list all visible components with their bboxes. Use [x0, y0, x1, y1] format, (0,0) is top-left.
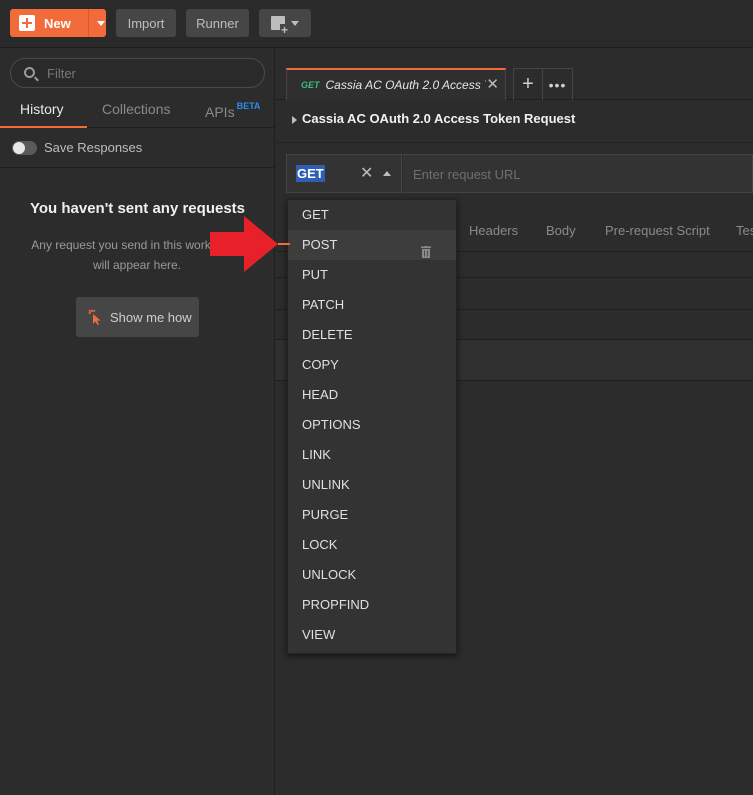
filter-box[interactable]	[10, 58, 265, 88]
tab-pre-request-script[interactable]: Pre-request Script	[605, 223, 710, 238]
cursor-click-icon	[88, 309, 102, 325]
request-tab-name: Cassia AC OAuth 2.0 Access To...	[325, 78, 486, 92]
tab-headers[interactable]: Headers	[469, 223, 518, 238]
chevron-down-icon[interactable]	[97, 21, 105, 26]
dropdown-item-put[interactable]: PUT	[288, 260, 456, 290]
dropdown-item-head[interactable]: HEAD	[288, 380, 456, 410]
dropdown-item-post[interactable]: POST	[288, 230, 456, 260]
show-me-how-button[interactable]: Show me how	[76, 297, 199, 337]
save-responses-toggle[interactable]	[12, 140, 37, 155]
dropdown-item-link[interactable]: LINK	[288, 440, 456, 470]
trash-icon[interactable]	[421, 239, 431, 258]
new-button-label: New	[44, 15, 71, 31]
chevron-up-icon[interactable]	[383, 171, 391, 176]
request-title[interactable]: Cassia AC OAuth 2.0 Access Token Request	[302, 111, 575, 126]
request-tab[interactable]: GET Cassia AC OAuth 2.0 Access To... ✕	[286, 68, 506, 100]
dropdown-item-copy[interactable]: COPY	[288, 350, 456, 380]
request-tab-method: GET	[301, 80, 320, 90]
chevron-down-icon	[291, 20, 299, 26]
dropdown-item-unlock[interactable]: UNLOCK	[288, 560, 456, 590]
chevron-right-icon[interactable]	[292, 116, 297, 124]
save-responses-label: Save Responses	[44, 140, 143, 155]
search-icon	[24, 67, 35, 78]
top-toolbar: New Import Runner	[0, 0, 753, 48]
divider	[0, 167, 275, 168]
method-select-value: GET	[296, 165, 325, 182]
tab-body[interactable]: Body	[546, 223, 576, 238]
url-row: GET ✕	[276, 142, 753, 198]
import-button[interactable]: Import	[116, 9, 176, 37]
more-tabs-button[interactable]: •••	[543, 68, 573, 100]
url-input[interactable]	[413, 165, 733, 183]
plus-icon: +	[522, 73, 534, 95]
tab-apis[interactable]: APIs BETA	[205, 101, 260, 120]
tab-tests[interactable]: Tes	[736, 223, 753, 238]
more-icon: •••	[548, 76, 567, 93]
red-arrow-annotation	[210, 216, 290, 272]
url-box[interactable]	[403, 154, 753, 193]
runner-button[interactable]: Runner	[186, 9, 249, 37]
new-window-icon	[271, 16, 289, 36]
sidebar-tabs: History Collections APIs BETA	[0, 98, 275, 128]
dropdown-item-label: POST	[302, 237, 338, 252]
tab-history[interactable]: History	[20, 101, 64, 117]
request-tab-bar: GET Cassia AC OAuth 2.0 Access To... ✕ +…	[276, 48, 753, 100]
tab-apis-label: APIs	[205, 104, 235, 120]
new-tab-button[interactable]: +	[513, 68, 543, 100]
filter-input[interactable]	[47, 64, 257, 82]
plus-icon	[19, 15, 35, 31]
dropdown-item-view[interactable]: VIEW	[288, 620, 456, 650]
dropdown-item-purge[interactable]: PURGE	[288, 500, 456, 530]
new-button-divider	[88, 9, 89, 37]
tab-collections[interactable]: Collections	[102, 101, 170, 117]
dropdown-item-get[interactable]: GET	[288, 200, 456, 230]
sidebar: History Collections APIsBETA Save Respon…	[0, 48, 275, 795]
beta-badge: BETA	[236, 101, 261, 111]
close-icon[interactable]: ✕	[486, 75, 499, 93]
dropdown-item-unlink[interactable]: UNLINK	[288, 470, 456, 500]
show-me-how-label: Show me how	[110, 309, 192, 325]
save-responses: Save Responses	[12, 140, 142, 155]
dropdown-item-propfind[interactable]: PROPFIND	[288, 590, 456, 620]
active-tab-indicator	[0, 126, 87, 128]
new-button[interactable]: New	[10, 9, 106, 37]
method-dropdown: GET POST PUT PATCH DELETE COPY HEAD OPTI…	[287, 199, 457, 654]
request-title-row: Cassia AC OAuth 2.0 Access Token Request	[276, 100, 753, 138]
clear-icon[interactable]: ✕	[360, 163, 373, 183]
empty-state-title: You haven't sent any requests	[29, 200, 246, 217]
dropdown-item-options[interactable]: OPTIONS	[288, 410, 456, 440]
dropdown-item-patch[interactable]: PATCH	[288, 290, 456, 320]
dropdown-item-lock[interactable]: LOCK	[288, 530, 456, 560]
dropdown-item-delete[interactable]: DELETE	[288, 320, 456, 350]
method-select[interactable]: GET ✕	[286, 154, 402, 193]
new-window-button[interactable]	[259, 9, 311, 37]
